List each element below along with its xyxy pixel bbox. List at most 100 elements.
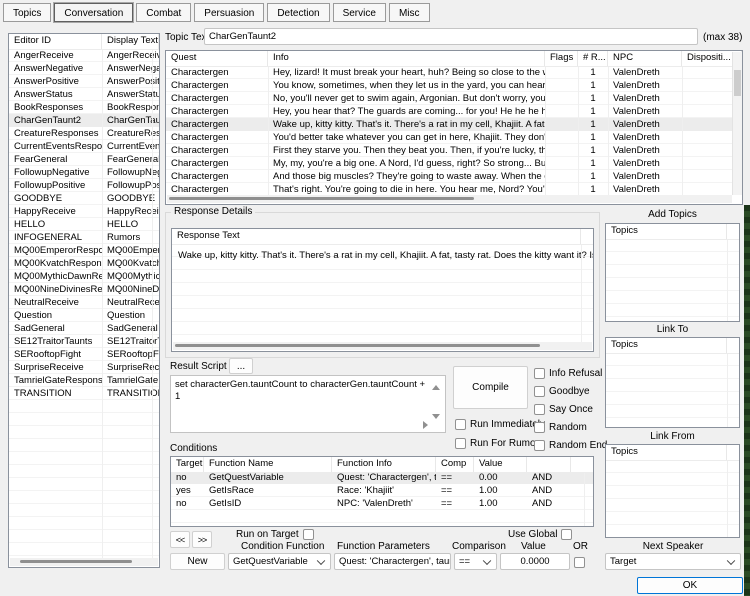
checkbox-icon[interactable] <box>574 557 585 568</box>
editor-list-row[interactable]: BookResponses BookResponses <box>9 101 159 114</box>
info-table-row[interactable]: Charactergen That's right. You're going t… <box>166 183 732 195</box>
response-hscrollbar[interactable] <box>173 342 592 350</box>
info-table[interactable]: Quest Info Flags # R... NPC Dispositi... Char… <box>165 50 743 205</box>
info-table-row[interactable]: Charactergen First they starve you. Then … <box>166 144 732 157</box>
column-header[interactable]: Editor ID <box>9 34 102 49</box>
tab-service[interactable]: Service <box>332 3 386 22</box>
comparison-combobox[interactable]: == <box>454 553 497 570</box>
goodbye-checkbox[interactable]: Goodbye <box>534 385 590 398</box>
editor-id-list[interactable]: Editor ID Display Text AngerReceive AngerR… <box>8 33 160 568</box>
editor-list-row[interactable]: FollowupNegative FollowupNegative <box>9 166 159 179</box>
editor-list-row[interactable]: Question Question <box>9 309 159 322</box>
checkbox-icon[interactable] <box>534 422 545 433</box>
tab-misc[interactable]: Misc <box>388 3 430 22</box>
info-table-row[interactable]: Charactergen You'd better take whatever y… <box>166 131 732 144</box>
run-for-rumors-checkbox[interactable]: Run For Rumors <box>455 437 544 450</box>
editor-list-row[interactable]: FearGeneral FearGeneral <box>9 153 159 166</box>
editor-list-hscrollbar[interactable] <box>10 558 158 566</box>
topics-column[interactable]: Topics <box>606 338 727 353</box>
ok-button[interactable]: OK <box>637 577 743 594</box>
scrollbar-thumb[interactable] <box>20 560 132 563</box>
tab-combat[interactable]: Combat <box>136 3 192 22</box>
checkbox-icon[interactable] <box>302 529 314 540</box>
say-once-checkbox[interactable]: Say Once <box>534 403 593 416</box>
function-parameters-field[interactable]: Quest: 'Charactergen', tauntCoun <box>334 553 451 570</box>
column-header[interactable]: Function Info <box>332 457 436 472</box>
editor-list-row[interactable]: CharGenTaunt2 CharGenTaunt2 <box>9 114 159 127</box>
topics-column[interactable]: Topics <box>606 224 727 239</box>
info-refusal-checkbox[interactable]: Info Refusal <box>534 367 602 380</box>
topics-column[interactable]: Topics <box>606 445 727 460</box>
column-header[interactable]: Flags <box>545 51 578 66</box>
response-text-list[interactable]: Response Text Wake up, kitty kitty. That… <box>171 228 594 352</box>
checkbox-icon[interactable] <box>534 404 545 415</box>
editor-list-row[interactable]: CurrentEventsRespon... CurrentEventsRespo… <box>9 140 159 153</box>
info-table-row[interactable]: Charactergen No, you'll never get to swim… <box>166 92 732 105</box>
editor-list-row[interactable]: MQ00NineDivinesRes... MQ00NineDivinesResp… <box>9 283 159 296</box>
checkbox-icon[interactable] <box>534 386 545 397</box>
editor-list-row[interactable]: MQ00KvatchResponse MQ00KvatchResponse <box>9 257 159 270</box>
checkbox-icon[interactable] <box>455 438 466 449</box>
info-table-vscrollbar[interactable] <box>732 52 742 195</box>
info-table-row[interactable]: Charactergen My, my, you're a big one. A … <box>166 157 732 170</box>
topic-text-field[interactable]: CharGenTaunt2 <box>204 28 698 45</box>
scrollbar-thumb[interactable] <box>169 197 474 200</box>
editor-list-row[interactable]: HELLO HELLO <box>9 218 159 231</box>
condition-next-button[interactable]: >> <box>192 531 212 548</box>
editor-list-row[interactable]: TamrielGateResponses TamrielGateResponses <box>9 374 159 387</box>
add-topics-list[interactable]: Topics <box>605 223 740 322</box>
tab-persuasion[interactable]: Persuasion <box>194 3 265 22</box>
or-checkbox[interactable] <box>574 556 585 569</box>
column-header[interactable]: Comp <box>436 457 474 472</box>
column-header[interactable]: Info <box>268 51 545 66</box>
scroll-right-icon[interactable] <box>423 421 428 429</box>
response-text-column[interactable]: Response Text <box>172 229 581 244</box>
editor-list-row[interactable]: MQ00MythicDawnRes... MQ00MythicDawnRespon… <box>9 270 159 283</box>
column-header[interactable]: Display Text <box>102 34 159 49</box>
info-table-row[interactable]: Charactergen You know, sometimes, when th… <box>166 79 732 92</box>
random-checkbox[interactable]: Random <box>534 421 587 434</box>
info-table-row[interactable]: Charactergen Hey, you hear that? The guar… <box>166 105 732 118</box>
checkbox-icon[interactable] <box>455 419 466 430</box>
new-condition-button[interactable]: New <box>170 553 225 570</box>
editor-list-row[interactable]: GOODBYE GOODBYE <box>9 192 159 205</box>
compile-button[interactable]: Compile <box>453 366 528 409</box>
editor-list-row[interactable]: HappyReceive HappyReceive <box>9 205 159 218</box>
editor-list-row[interactable]: CreatureResponses CreatureResponses <box>9 127 159 140</box>
column-header[interactable]: Target <box>171 457 204 472</box>
tab-topics[interactable]: Topics <box>3 3 52 22</box>
checkbox-icon[interactable] <box>561 529 573 540</box>
run-immediately-checkbox[interactable]: Run Immediately <box>455 418 545 431</box>
editor-list-row[interactable]: SE12TraitorTaunts SE12TraitorTaunts <box>9 335 159 348</box>
condition-value-field[interactable]: 0.0000 <box>500 553 570 570</box>
editor-list-row[interactable]: NeutralReceive NeutralReceive <box>9 296 159 309</box>
info-table-row[interactable]: Charactergen And those big muscles? They'… <box>166 170 732 183</box>
script-browse-button[interactable]: ... <box>229 358 253 374</box>
response-text-value[interactable]: Wake up, kitty kitty. That's it. There's… <box>172 244 593 261</box>
column-header[interactable]: # R... <box>578 51 608 66</box>
link-to-list[interactable]: Topics <box>605 337 740 428</box>
editor-list-row[interactable]: AnswerPositive AnswerPositive <box>9 75 159 88</box>
scroll-up-icon[interactable] <box>432 385 440 390</box>
random-end-checkbox[interactable]: Random End <box>534 439 607 452</box>
editor-list-row[interactable]: FollowupPositive FollowupPositive <box>9 179 159 192</box>
condition-row[interactable]: no GetIsID NPC: 'ValenDreth' == 1.00 AND <box>171 497 593 510</box>
column-header[interactable]: NPC <box>608 51 682 66</box>
condition-function-combobox[interactable]: GetQuestVariable <box>228 553 331 570</box>
next-speaker-combobox[interactable]: Target <box>605 553 741 570</box>
condition-row[interactable]: yes GetIsRace Race: 'Khajiit' == 1.00 AND <box>171 484 593 497</box>
editor-list-row[interactable]: SurpriseReceive SurpriseReceive <box>9 361 159 374</box>
checkbox-icon[interactable] <box>534 368 545 379</box>
link-from-list[interactable]: Topics <box>605 444 740 538</box>
run-on-target-checkbox[interactable]: Run on Target <box>236 528 314 541</box>
use-global-checkbox[interactable]: Use Global <box>508 528 573 541</box>
editor-list-row[interactable]: MQ00EmperorResponse MQ00EmperorResponse <box>9 244 159 257</box>
info-table-row[interactable]: Charactergen Wake up, kitty kitty. That's… <box>166 118 732 131</box>
conditions-table[interactable]: Target Function Name Function Info Comp Valu… <box>170 456 594 527</box>
editor-list-row[interactable]: AngerReceive AngerReceive <box>9 49 159 62</box>
column-header[interactable]: Quest <box>166 51 268 66</box>
scrollbar-thumb[interactable] <box>734 70 741 96</box>
editor-list-row[interactable]: SadGeneral SadGeneral <box>9 322 159 335</box>
condition-prev-button[interactable]: << <box>170 531 190 548</box>
editor-list-row[interactable]: AnswerStatus AnswerStatus <box>9 88 159 101</box>
